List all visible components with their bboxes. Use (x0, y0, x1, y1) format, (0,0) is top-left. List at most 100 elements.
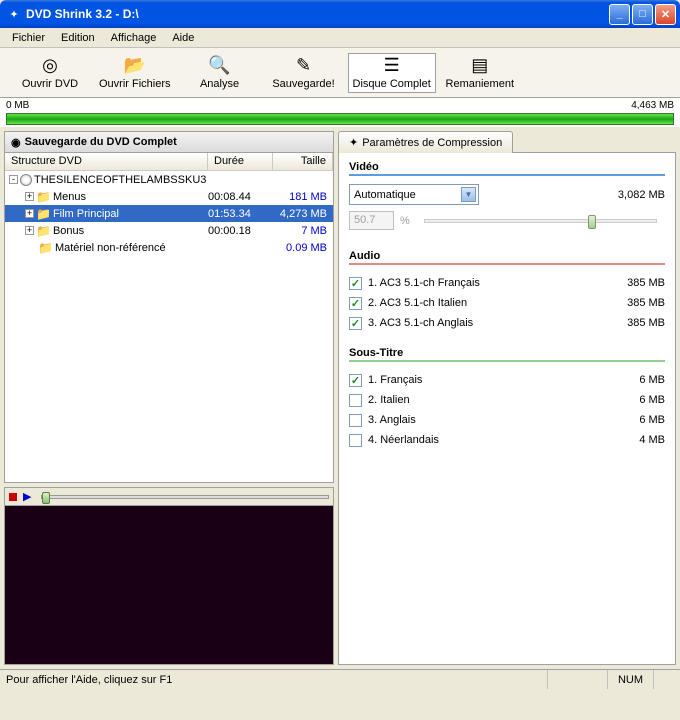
subtitle-size: 6 MB (639, 394, 665, 406)
expander-icon[interactable]: - (9, 175, 18, 184)
menu-edit[interactable]: Edition (53, 30, 103, 46)
toolbar: ◎ Ouvrir DVD 📂 Ouvrir Fichiers 🔍 Analyse… (0, 48, 680, 98)
checkbox[interactable] (349, 317, 362, 330)
tree-row[interactable]: +📁 Film Principal01:53.344,273 MB (5, 205, 333, 222)
audio-row: 3. AC3 5.1-ch Anglais385 MB (349, 313, 665, 333)
video-size: 3,082 MB (618, 189, 665, 201)
audio-label: 2. AC3 5.1-ch Italien (368, 297, 627, 309)
audio-label: 3. AC3 5.1-ch Anglais (368, 317, 627, 329)
col-duration[interactable]: Durée (208, 153, 273, 170)
checkbox[interactable] (349, 414, 362, 427)
tree-row[interactable]: +📁 Menus00:08.44181 MB (5, 188, 333, 205)
tree-row-label: Matériel non-référencé (55, 242, 166, 254)
subtitle-row: 4. Néerlandais4 MB (349, 430, 665, 450)
folder-icon: 📁 (36, 207, 51, 221)
checkbox[interactable] (349, 394, 362, 407)
menu-help[interactable]: Aide (164, 30, 202, 46)
video-heading: Vidéo (349, 161, 665, 176)
analyse-button[interactable]: 🔍 Analyse (180, 53, 260, 93)
audio-size: 385 MB (627, 317, 665, 329)
ratio-input: 50.7 (349, 211, 394, 230)
expander-icon[interactable]: + (25, 192, 34, 201)
col-structure[interactable]: Structure DVD (5, 153, 208, 170)
preview-slider[interactable] (41, 495, 329, 499)
maximize-button[interactable]: □ (632, 4, 653, 25)
reauthor-button[interactable]: ▤ Remaniement (440, 53, 520, 93)
preview-area (4, 505, 334, 665)
size-min: 0 MB (6, 100, 29, 111)
subtitle-label: 2. Italien (368, 394, 639, 406)
menu-view[interactable]: Affichage (103, 30, 165, 46)
subtitle-label: 1. Français (368, 374, 639, 386)
tree-row-label: THESILENCEOFTHELAMBSSKU3 (34, 174, 206, 186)
list-icon: ▤ (471, 56, 488, 76)
magnifier-icon: 🔍 (208, 56, 230, 76)
menubar: Fichier Edition Affichage Aide (0, 28, 680, 48)
size-bar: 0 MB 4,463 MB (0, 98, 680, 127)
gear-icon: ✦ (349, 136, 358, 149)
app-icon: ✦ (6, 6, 22, 22)
structure-tree[interactable]: Structure DVD Durée Taille - THESILENCEO… (4, 153, 334, 483)
compression-panel: Vidéo Automatique ▼ 3,082 MB 50.7 % Audi… (338, 153, 676, 665)
folder-open-icon: 📂 (124, 56, 146, 76)
folder-icon: 📁 (36, 190, 51, 204)
statusbar: Pour afficher l'Aide, cliquez sur F1 NUM (0, 669, 680, 689)
open-files-button[interactable]: 📂 Ouvrir Fichiers (94, 53, 176, 93)
video-mode-select[interactable]: Automatique ▼ (349, 184, 479, 205)
disc-small-icon: ◉ (11, 136, 21, 149)
stack-icon: ☰ (384, 56, 400, 76)
subtitle-label: 4. Néerlandais (368, 434, 639, 446)
play-button[interactable]: ▶ (23, 490, 31, 503)
checkbox[interactable] (349, 434, 362, 447)
status-num: NUM (607, 670, 653, 689)
audio-row: 1. AC3 5.1-ch Français385 MB (349, 273, 665, 293)
tree-row-label: Menus (53, 191, 86, 203)
subtitle-row: 1. Français6 MB (349, 370, 665, 390)
status-help: Pour afficher l'Aide, cliquez sur F1 (6, 670, 547, 689)
compression-slider[interactable] (424, 219, 657, 223)
left-panel-header: ◉ Sauvegarde du DVD Complet (4, 131, 334, 153)
tree-row-label: Bonus (53, 225, 84, 237)
subtitle-label: 3. Anglais (368, 414, 639, 426)
expander-icon[interactable]: + (25, 226, 34, 235)
menu-file[interactable]: Fichier (4, 30, 53, 46)
backup-icon: ✎ (296, 56, 311, 76)
audio-size: 385 MB (627, 297, 665, 309)
preview-controls: ▶ (4, 487, 334, 505)
expander-icon[interactable]: + (25, 209, 34, 218)
audio-row: 2. AC3 5.1-ch Italien385 MB (349, 293, 665, 313)
chevron-down-icon: ▼ (461, 187, 476, 202)
minimize-button[interactable]: _ (609, 4, 630, 25)
full-disc-button[interactable]: ☰ Disque Complet (348, 53, 436, 93)
col-size[interactable]: Taille (273, 153, 333, 170)
dvd-icon (20, 174, 32, 186)
folder-icon: 📁 (36, 224, 51, 238)
subtitle-row: 2. Italien6 MB (349, 390, 665, 410)
subtitle-size: 6 MB (639, 414, 665, 426)
subtitle-size: 4 MB (639, 434, 665, 446)
titlebar: ✦ DVD Shrink 3.2 - D:\ _ □ ✕ (0, 0, 680, 28)
subtitle-row: 3. Anglais6 MB (349, 410, 665, 430)
tree-row[interactable]: - THESILENCEOFTHELAMBSSKU3 (5, 171, 333, 188)
size-max: 4,463 MB (631, 100, 674, 111)
audio-size: 385 MB (627, 277, 665, 289)
tree-row-label: Film Principal (53, 208, 119, 220)
backup-button[interactable]: ✎ Sauvegarde! (264, 53, 344, 93)
checkbox[interactable] (349, 374, 362, 387)
open-dvd-button[interactable]: ◎ Ouvrir DVD (10, 53, 90, 93)
disc-icon: ◎ (42, 56, 58, 76)
close-button[interactable]: ✕ (655, 4, 676, 25)
audio-label: 1. AC3 5.1-ch Français (368, 277, 627, 289)
checkbox[interactable] (349, 277, 362, 290)
size-progress (6, 113, 674, 125)
tree-row[interactable]: +📁 Bonus00:00.187 MB (5, 222, 333, 239)
window-title: DVD Shrink 3.2 - D:\ (26, 7, 609, 21)
checkbox[interactable] (349, 297, 362, 310)
folder-icon: 📁 (38, 241, 53, 255)
tab-compression[interactable]: ✦ Paramètres de Compression (338, 131, 513, 153)
tree-header: Structure DVD Durée Taille (5, 153, 333, 171)
stop-button[interactable] (9, 493, 17, 501)
tree-row[interactable]: 📁 Matériel non-référencé0.09 MB (5, 239, 333, 256)
subtitle-heading: Sous-Titre (349, 347, 665, 362)
audio-heading: Audio (349, 250, 665, 265)
